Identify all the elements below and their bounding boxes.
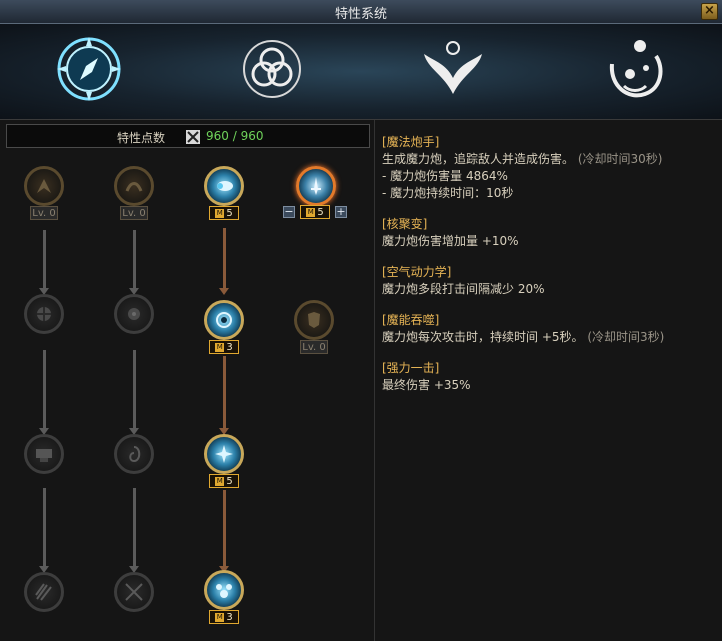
dragon-claw-icon bbox=[37, 179, 51, 193]
skill-node-power-sword[interactable] bbox=[296, 166, 336, 206]
tree-connector bbox=[133, 488, 136, 568]
skill-node-magic-cannon[interactable] bbox=[204, 166, 244, 206]
section-title: [强力一击] bbox=[382, 361, 440, 375]
shatter-icon bbox=[37, 307, 51, 321]
increase-level-button[interactable]: + bbox=[335, 206, 347, 218]
trinity-knot-emblem-icon[interactable] bbox=[237, 34, 307, 104]
section-title: [核聚变] bbox=[382, 217, 428, 231]
skill-node-cross-slash[interactable] bbox=[114, 572, 154, 612]
tree-connector bbox=[133, 230, 136, 290]
section-line-note: (冷却时间30秒) bbox=[577, 152, 663, 166]
tree-connector bbox=[43, 350, 46, 430]
skill-node-claw-slash[interactable] bbox=[24, 572, 64, 612]
skill-node-shatter[interactable] bbox=[24, 294, 64, 334]
section-line-text: 魔力炮每次攻击时，持续时间 +5秒。 bbox=[382, 330, 584, 344]
crossed-swords-icon bbox=[186, 130, 200, 144]
talon-icon bbox=[125, 182, 143, 192]
tree-connector bbox=[43, 230, 46, 290]
trait-points-label: 特性点数 bbox=[117, 131, 166, 145]
skill-tree: Lv. 0 Lv. 0 M5 M3 M5 M3 − M5 + Lv. 0 bbox=[6, 150, 370, 638]
skill-node-armor[interactable] bbox=[294, 300, 334, 340]
skill-level-badge: M5 bbox=[300, 205, 330, 219]
claw-slash-icon bbox=[35, 583, 52, 601]
section-title: [魔法炮手] bbox=[382, 135, 440, 149]
description-section: [核聚变] 魔力炮伤害增加量 +10% bbox=[382, 216, 717, 250]
vortex-icon bbox=[129, 446, 141, 463]
skill-level-badge: Lv. 0 bbox=[120, 206, 148, 220]
skill-level-value: 3 bbox=[226, 612, 233, 623]
skill-node-energy-orbs[interactable] bbox=[204, 570, 244, 610]
skill-node-burst[interactable] bbox=[114, 294, 154, 334]
section-line: 魔力炮伤害增加量 +10% bbox=[382, 234, 519, 248]
close-button[interactable]: × bbox=[701, 3, 718, 20]
winged-emblem-icon[interactable] bbox=[418, 34, 488, 104]
core-spiral-icon bbox=[216, 312, 232, 328]
skill-level-badge: Lv. 0 bbox=[30, 206, 58, 220]
panel-divider bbox=[374, 120, 375, 641]
trait-points-bar: 特性点数 960 / 960 bbox=[6, 124, 370, 148]
section-line: 魔力炮每次攻击时，持续时间 +5秒。 (冷却时间3秒) bbox=[382, 329, 717, 346]
description-section: [魔法炮手] 生成魔力炮，追踪敌人并造成伤害。 (冷却时间30秒) - 魔力炮伤… bbox=[382, 134, 717, 202]
description-section: [空气动力学] 魔力炮多段打击间隔减少 20% bbox=[382, 264, 717, 298]
skill-level-value: 5 bbox=[226, 476, 233, 487]
section-title: [魔能吞噬] bbox=[382, 313, 440, 327]
armor-icon bbox=[308, 312, 320, 328]
description-section: [魔能吞噬] 魔力炮每次攻击时，持续时间 +5秒。 (冷却时间3秒) bbox=[382, 312, 717, 346]
skill-description-panel: [魔法炮手] 生成魔力炮，追踪敌人并造成伤害。 (冷却时间30秒) - 魔力炮伤… bbox=[382, 134, 717, 408]
magic-cannon-icon bbox=[217, 181, 233, 191]
section-line: - 魔力炮持续时间：10秒 bbox=[382, 186, 514, 200]
skill-level-value: 5 bbox=[317, 207, 324, 218]
trait-points-value: 960 / 960 bbox=[206, 129, 264, 143]
skill-node-core-spiral[interactable] bbox=[204, 300, 244, 340]
anvil-icon bbox=[36, 449, 52, 462]
skill-level-badge: M5 bbox=[209, 474, 239, 488]
skill-node-dragon-claw[interactable] bbox=[24, 166, 64, 206]
section-line-text: 生成魔力炮，追踪敌人并造成伤害。 bbox=[382, 152, 575, 166]
burst-icon bbox=[128, 308, 140, 320]
energy-orbs-icon bbox=[216, 584, 232, 598]
skill-level-badge: Lv. 0 bbox=[300, 340, 328, 354]
description-section: [强力一击] 最终伤害 +35% bbox=[382, 360, 717, 394]
skill-node-talon[interactable] bbox=[114, 166, 154, 206]
section-line-note: (冷却时间3秒) bbox=[587, 330, 665, 344]
compass-emblem-icon[interactable] bbox=[54, 34, 124, 104]
skill-level-badge: M3 bbox=[209, 340, 239, 354]
section-line: 魔力炮多段打击间隔减少 20% bbox=[382, 282, 545, 296]
tree-connector bbox=[223, 356, 226, 430]
section-line: 生成魔力炮，追踪敌人并造成伤害。 (冷却时间30秒) bbox=[382, 151, 717, 168]
skill-level-value: 5 bbox=[226, 208, 233, 219]
power-sword-icon bbox=[311, 177, 321, 195]
title-bar: 特性系统 × bbox=[0, 0, 722, 24]
decrease-level-button[interactable]: − bbox=[283, 206, 295, 218]
skill-node-anvil[interactable] bbox=[24, 434, 64, 474]
section-line: - 魔力炮伤害量 4864% bbox=[382, 169, 508, 183]
section-line: 最终伤害 +35% bbox=[382, 378, 471, 392]
tree-arrowhead bbox=[219, 288, 229, 295]
skill-node-air-burst[interactable] bbox=[204, 434, 244, 474]
section-title: [空气动力学] bbox=[382, 265, 452, 279]
skill-level-badge: M3 bbox=[209, 610, 239, 624]
tree-connector bbox=[133, 350, 136, 430]
tree-connector bbox=[223, 228, 226, 290]
window-title: 特性系统 bbox=[334, 7, 387, 22]
tree-connector bbox=[43, 488, 46, 568]
magic-potion-emblem-icon[interactable] bbox=[600, 34, 670, 104]
skill-level-badge: M5 bbox=[209, 206, 239, 220]
tree-connector bbox=[223, 490, 226, 568]
specialization-banner bbox=[0, 24, 722, 120]
skill-level-value: 3 bbox=[226, 342, 233, 353]
cross-slash-icon bbox=[125, 583, 143, 601]
air-burst-icon bbox=[215, 445, 233, 463]
skill-node-vortex[interactable] bbox=[114, 434, 154, 474]
